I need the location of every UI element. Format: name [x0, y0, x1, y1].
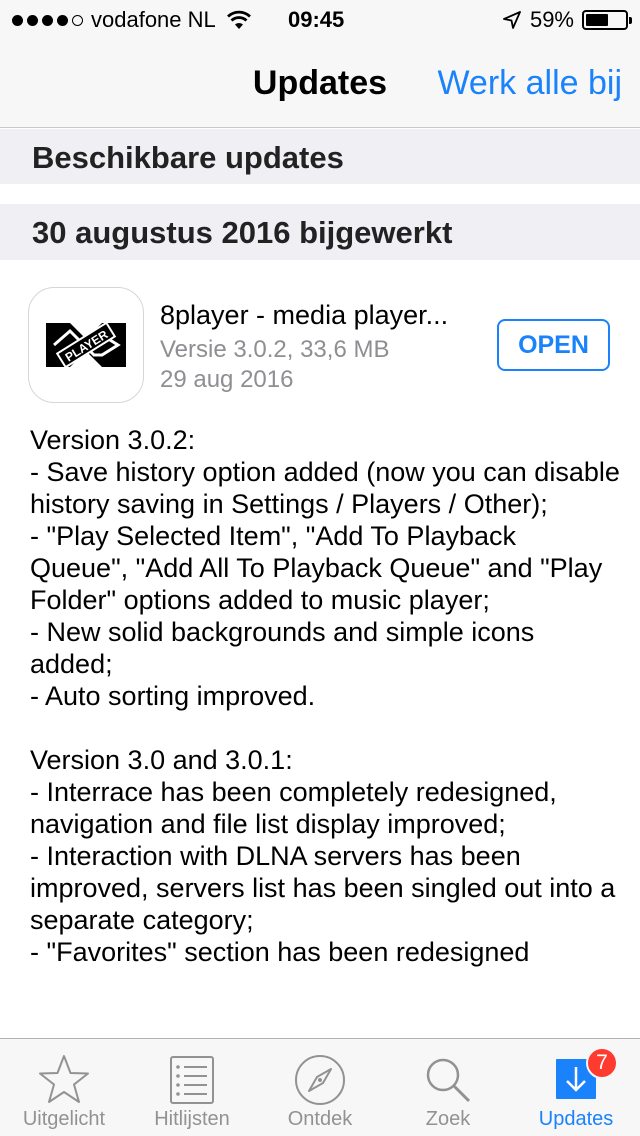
- update-all-button[interactable]: Werk alle bij: [437, 64, 622, 103]
- list-icon: [170, 1056, 214, 1104]
- app-update-date: 29 aug 2016: [160, 366, 294, 393]
- tab-ontdek[interactable]: Ontdek: [256, 1039, 384, 1136]
- navigation-bar: Updates Werk alle bij: [0, 40, 640, 128]
- tab-label-updates: Updates: [538, 1108, 614, 1130]
- release-notes: Version 3.0.2: - Save history option add…: [30, 424, 620, 1034]
- release-notes-text: Version 3.0.2: - Save history option add…: [30, 425, 620, 967]
- status-time: 09:45: [288, 7, 345, 32]
- updates-badge: 7: [586, 1047, 618, 1079]
- location-arrow-icon: [503, 11, 521, 29]
- tab-zoek[interactable]: Zoek: [384, 1039, 512, 1136]
- battery-icon: [582, 10, 632, 30]
- tab-uitgelicht[interactable]: Uitgelicht: [0, 1039, 128, 1136]
- section-gap: [0, 184, 640, 204]
- section-header-available: Beschikbare updates: [0, 129, 640, 184]
- app-version-size: Versie 3.0.2, 33,6 MB: [160, 336, 390, 363]
- open-button[interactable]: OPEN: [497, 319, 610, 371]
- tab-label-zoek: Zoek: [425, 1108, 471, 1130]
- app-name[interactable]: 8player - media player...: [160, 300, 448, 331]
- tab-label-uitgelicht: Uitgelicht: [22, 1108, 106, 1130]
- 8player-logo: PLAYER: [46, 321, 126, 369]
- wifi-icon: [226, 10, 251, 29]
- status-bar: vodafone NL 09:45 59%: [0, 0, 640, 40]
- tab-label-ontdek: Ontdek: [287, 1108, 353, 1130]
- tab-updates[interactable]: 7 Updates: [512, 1039, 640, 1136]
- tab-label-hitlijsten: Hitlijsten: [154, 1108, 230, 1130]
- section-header-updated: 30 augustus 2016 bijgewerkt: [0, 204, 640, 260]
- carrier-name: vodafone NL: [91, 7, 216, 32]
- signal-strength-icon: [12, 14, 83, 26]
- star-icon: [39, 1055, 89, 1103]
- battery-percentage: 59%: [529, 7, 574, 32]
- tab-bar: Uitgelicht Hitlijsten Ontdek Zoek 7 Upda…: [0, 1038, 640, 1136]
- search-icon: [426, 1058, 471, 1103]
- tab-hitlijsten[interactable]: Hitlijsten: [128, 1039, 256, 1136]
- compass-icon: [295, 1055, 345, 1105]
- app-icon[interactable]: PLAYER: [28, 287, 144, 403]
